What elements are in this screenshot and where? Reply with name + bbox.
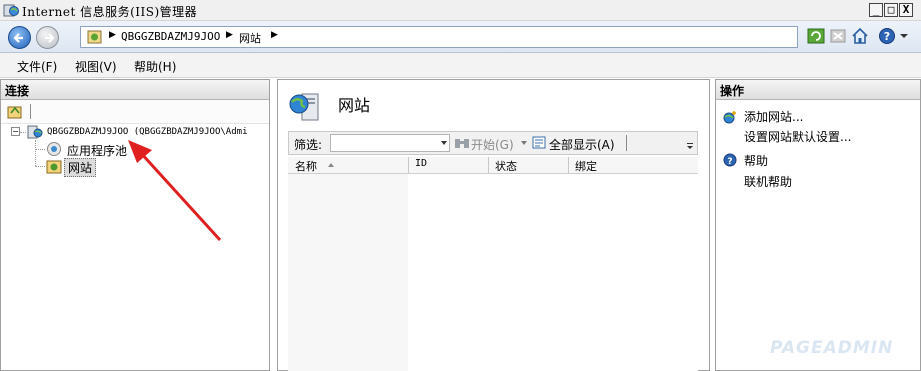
- menu-help[interactable]: 帮助(H): [134, 58, 176, 75]
- toolbar-divider: [30, 104, 31, 119]
- watermark-logo: PAGEADMIN: [770, 338, 894, 358]
- help-dropdown-icon[interactable]: [899, 30, 909, 48]
- help-icon[interactable]: ?: [878, 27, 896, 45]
- filter-input[interactable]: [330, 134, 450, 152]
- toolbar-overflow-icon[interactable]: [685, 136, 695, 152]
- window-title: Internet 信息服务(IIS)管理器: [22, 5, 198, 19]
- toolbar-divider: [626, 135, 627, 151]
- breadcrumb-sites[interactable]: 网站: [239, 30, 261, 46]
- stop-icon[interactable]: [829, 27, 847, 45]
- add-site-link[interactable]: 添加网站...: [744, 108, 803, 125]
- column-divider[interactable]: [568, 157, 569, 173]
- home-icon[interactable]: [851, 27, 869, 45]
- filter-dropdown-icon[interactable]: [441, 141, 447, 145]
- actions-header: 操作: [716, 80, 920, 100]
- start-button[interactable]: 开始(G): [471, 136, 514, 153]
- page-title: 网站: [338, 96, 371, 115]
- title-bar: Internet 信息服务(IIS)管理器 _ □ X: [0, 0, 921, 21]
- sort-asc-icon: [328, 163, 334, 167]
- collapse-toggle[interactable]: −: [11, 127, 20, 136]
- site-defaults-link[interactable]: 设置网站默认设置...: [744, 128, 851, 145]
- column-divider[interactable]: [488, 157, 489, 173]
- sites-icon: [46, 159, 62, 177]
- menu-view[interactable]: 视图(V): [75, 58, 117, 75]
- connect-icon[interactable]: [7, 104, 23, 122]
- sites-globe-icon: [288, 90, 322, 125]
- filter-label: 筛选:: [294, 138, 323, 152]
- svg-text:?: ?: [727, 157, 732, 167]
- column-divider[interactable]: [408, 157, 409, 173]
- online-help-link[interactable]: 联机帮助: [744, 173, 792, 190]
- refresh-icon[interactable]: [807, 27, 825, 45]
- connections-header: 连接: [1, 80, 269, 100]
- app-pool-icon: [46, 141, 62, 160]
- svg-text:?: ?: [884, 30, 890, 43]
- address-toolbar: ▶ QBGGZBDAZMJ9JOO ▶ 网站 ▶ ?: [0, 21, 921, 53]
- show-all-button[interactable]: 全部显示(A): [549, 136, 615, 153]
- sites-pane: 网站 筛选: 开始(G) 全部显示(A) 名称 ID 状态 绑定: [277, 79, 710, 371]
- tree-connector: [35, 149, 45, 150]
- column-name[interactable]: 名称: [295, 158, 317, 174]
- menu-bar: 文件(F) 视图(V) 帮助(H): [0, 53, 921, 78]
- breadcrumb-separator: ▶: [109, 30, 116, 40]
- tree-connector: [20, 132, 26, 133]
- forward-button[interactable]: [36, 26, 59, 49]
- actions-pane: 操作 添加网站... 设置网站默认设置... ? 帮助 联机帮助: [715, 79, 921, 371]
- sites-list[interactable]: [288, 174, 698, 371]
- connections-toolbar: [1, 100, 269, 124]
- column-binding[interactable]: 绑定: [575, 158, 597, 174]
- start-dropdown-icon[interactable]: [521, 141, 527, 145]
- breadcrumb-server[interactable]: QBGGZBDAZMJ9JOO: [121, 30, 220, 43]
- close-button[interactable]: X: [899, 3, 913, 17]
- back-button[interactable]: [8, 26, 31, 49]
- breadcrumb-separator: ▶: [271, 30, 278, 40]
- tree-connector: [35, 140, 36, 166]
- tree-server-node[interactable]: QBGGZBDAZMJ9JOO (QBGGZBDAZMJ9JOO\Admi: [47, 127, 247, 137]
- menu-file[interactable]: 文件(F): [17, 58, 57, 75]
- annotation-arrow: [128, 140, 222, 242]
- show-all-icon[interactable]: [532, 136, 547, 153]
- iis-app-icon: [3, 3, 19, 18]
- column-id[interactable]: ID: [415, 158, 427, 169]
- column-status[interactable]: 状态: [495, 158, 517, 174]
- server-icon: [87, 30, 102, 44]
- tree-connector: [35, 166, 45, 167]
- back-arrow-icon: [13, 33, 23, 43]
- binoculars-icon[interactable]: [454, 136, 470, 153]
- forward-arrow-icon: [45, 33, 55, 43]
- help-icon: ?: [723, 153, 737, 167]
- name-column-shade: [288, 174, 408, 371]
- add-site-icon: [723, 110, 737, 124]
- minimize-button[interactable]: _: [869, 3, 883, 17]
- breadcrumb-separator: ▶: [226, 30, 233, 40]
- sites-list-header: 名称 ID 状态 绑定: [288, 157, 698, 174]
- filter-toolbar: 筛选: 开始(G) 全部显示(A): [288, 131, 698, 155]
- tree-app-pools-node[interactable]: 应用程序池: [67, 142, 127, 159]
- help-link[interactable]: 帮助: [744, 152, 768, 169]
- tree-sites-node[interactable]: 网站: [64, 158, 97, 177]
- maximize-button[interactable]: □: [884, 3, 898, 17]
- address-box[interactable]: ▶ QBGGZBDAZMJ9JOO ▶ 网站 ▶: [80, 26, 798, 48]
